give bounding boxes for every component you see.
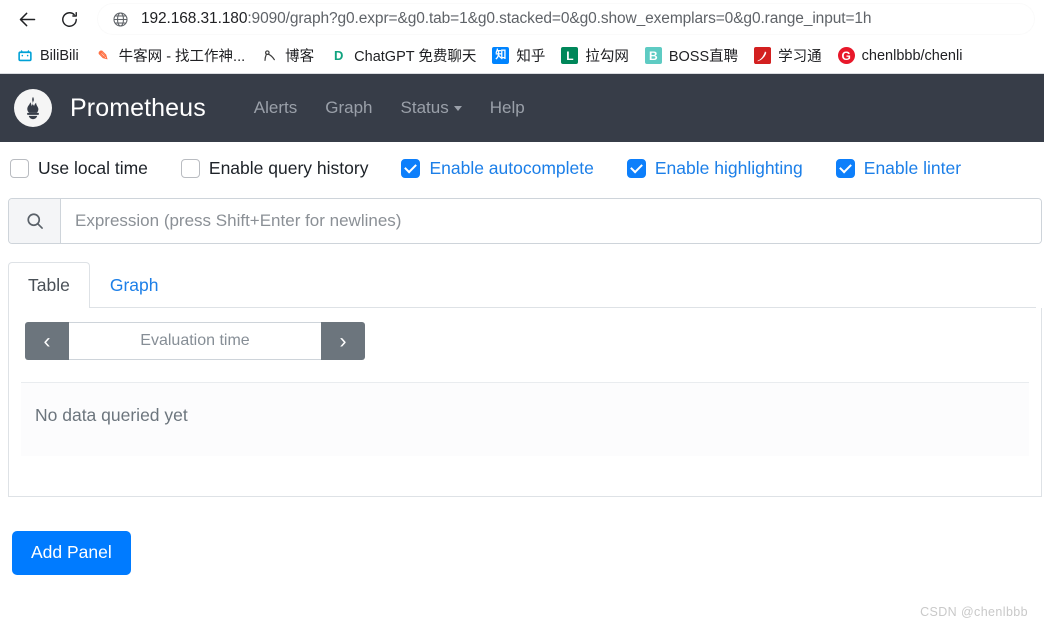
option-enable-highlighting[interactable]: Enable highlighting xyxy=(626,157,803,179)
chatgpt-icon: D xyxy=(330,47,348,64)
prev-glyph: ‹ xyxy=(43,329,51,353)
bookmark-item[interactable]: 知 知乎 xyxy=(484,41,553,70)
bookmarks-bar: BiliBili ✎ 牛客网 - 找工作神... 博客 D ChatGPT 免费… xyxy=(0,38,1044,74)
bookmark-item[interactable]: ✎ 牛客网 - 找工作神... xyxy=(87,41,253,70)
bookmark-label: BiliBili xyxy=(40,47,79,64)
search-icon[interactable] xyxy=(9,199,61,243)
chevron-left-icon[interactable]: ‹ xyxy=(25,322,69,360)
address-bar-url: 192.168.31.180:9090/graph?g0.expr=&g0.ta… xyxy=(141,10,871,28)
prometheus-navbar: Prometheus Alerts Graph Status Help xyxy=(0,74,1044,142)
bookmark-label: 牛客网 - 找工作神... xyxy=(118,49,246,65)
bookmark-item[interactable]: D ChatGPT 免费聊天 xyxy=(322,41,484,70)
navbar-links: Alerts Graph Status Help xyxy=(240,90,539,126)
option-enable-query-history[interactable]: Enable query history xyxy=(180,157,369,179)
nav-link-status[interactable]: Status xyxy=(387,90,476,126)
globe-icon xyxy=(112,11,129,28)
zhihu-icon: 知 xyxy=(492,47,510,64)
option-label: Use local time xyxy=(38,157,148,178)
bookmark-label: ChatGPT 免费聊天 xyxy=(354,49,477,65)
option-use-local-time[interactable]: Use local time xyxy=(10,158,148,179)
option-enable-linter[interactable]: Enable linter xyxy=(835,157,962,179)
option-label: Enable highlighting xyxy=(654,157,803,178)
bookmark-label: 博客 xyxy=(285,49,315,65)
checkbox-enable-highlighting[interactable] xyxy=(626,158,646,178)
nowcoder-icon: ✎ xyxy=(94,47,112,64)
xuexitong-icon xyxy=(754,47,772,64)
checkbox-enable-linter[interactable] xyxy=(835,158,855,178)
nav-link-alerts[interactable]: Alerts xyxy=(240,90,311,126)
checkbox-enable-autocomplete[interactable] xyxy=(401,158,421,178)
nav-link-label: Help xyxy=(489,98,525,117)
tab-label: Table xyxy=(28,275,70,295)
browser-toolbar: 192.168.31.180:9090/graph?g0.expr=&g0.ta… xyxy=(0,0,1044,38)
bookmark-item[interactable]: G chenlbbb/chenli xyxy=(830,43,971,68)
table-tab-panel: ‹ › No data queried yet xyxy=(8,308,1042,497)
option-enable-autocomplete[interactable]: Enable autocomplete xyxy=(401,157,594,179)
expression-bar xyxy=(8,198,1042,244)
url-path: :9090/graph?g0.expr=&g0.tab=1&g0.stacked… xyxy=(247,10,872,27)
app-title: Prometheus xyxy=(70,93,206,122)
result-tabs: Table Graph xyxy=(8,262,1036,308)
bookmark-label: 知乎 xyxy=(516,49,546,65)
tab-label: Graph xyxy=(109,275,159,295)
bookmark-label: chenlbbb/chenli xyxy=(861,47,963,64)
chevron-down-icon xyxy=(453,105,462,111)
option-label: Enable linter xyxy=(863,157,962,178)
add-panel-button[interactable]: Add Panel xyxy=(12,531,131,575)
tab-graph[interactable]: Graph xyxy=(90,262,179,308)
arrow-left-icon xyxy=(17,9,38,30)
bookmark-item[interactable]: B BOSS直聘 xyxy=(637,41,746,70)
bookmark-item[interactable]: L 拉勾网 xyxy=(553,41,637,70)
lagou-icon: L xyxy=(561,47,579,64)
chevron-right-icon[interactable]: › xyxy=(321,322,365,360)
option-label: Enable query history xyxy=(208,157,369,178)
boss-icon: B xyxy=(644,47,662,64)
bookmark-item[interactable]: BiliBili xyxy=(8,43,87,68)
evaluation-time-bar: ‹ › xyxy=(25,322,365,360)
bookmark-label: BOSS直聘 xyxy=(668,49,739,65)
reload-icon xyxy=(60,10,79,29)
nav-link-graph[interactable]: Graph xyxy=(311,90,386,126)
empty-result-message: No data queried yet xyxy=(21,382,1029,456)
blog-icon xyxy=(261,47,279,64)
checkbox-enable-query-history[interactable] xyxy=(180,158,200,178)
nav-link-help[interactable]: Help xyxy=(476,90,539,126)
bookmark-label: 学习通 xyxy=(778,49,822,65)
watermark: CSDN @chenlbbb xyxy=(920,605,1028,619)
tab-table[interactable]: Table xyxy=(8,262,90,308)
address-bar[interactable]: 192.168.31.180:9090/graph?g0.expr=&g0.ta… xyxy=(98,4,1034,34)
bilibili-icon xyxy=(16,47,33,64)
reload-button[interactable] xyxy=(52,2,86,36)
nav-link-label: Status xyxy=(400,98,449,117)
next-glyph: › xyxy=(339,329,347,353)
gitee-icon: G xyxy=(837,47,855,64)
expression-input[interactable] xyxy=(61,199,1041,243)
bookmark-item[interactable]: 学习通 xyxy=(746,41,830,70)
bookmark-item[interactable]: 博客 xyxy=(253,41,322,70)
bookmark-label: 拉勾网 xyxy=(585,49,629,65)
back-button[interactable] xyxy=(10,2,44,36)
url-host: 192.168.31.180 xyxy=(141,10,248,27)
evaluation-time-input[interactable] xyxy=(69,322,321,360)
option-label: Enable autocomplete xyxy=(429,157,594,178)
checkbox-use-local-time[interactable] xyxy=(10,158,29,178)
page-content: Use local time Enable query history Enab… xyxy=(0,142,1044,575)
nav-link-label: Graph xyxy=(325,98,373,117)
prometheus-torch-logo[interactable] xyxy=(14,89,52,127)
nav-link-label: Alerts xyxy=(253,98,298,117)
options-row: Use local time Enable query history Enab… xyxy=(8,142,1036,194)
